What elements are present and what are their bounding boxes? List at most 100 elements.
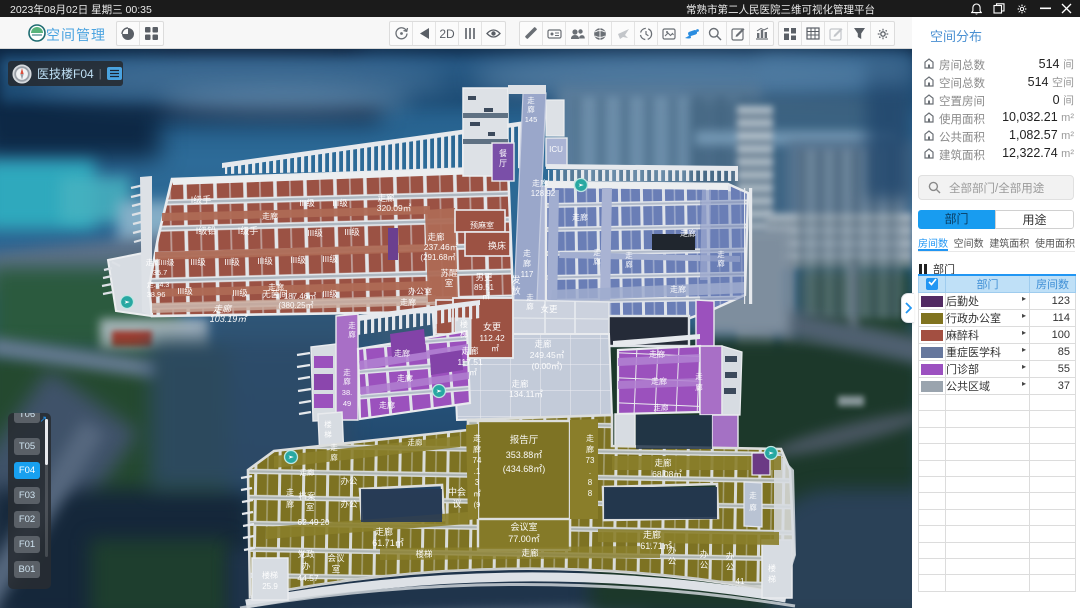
svg-text:㎡: ㎡ (469, 368, 477, 377)
svg-text:.1: .1 (474, 467, 481, 476)
svg-text:走: 走 (348, 321, 356, 330)
svg-text:8: 8 (588, 489, 593, 498)
svg-text:廊: 廊 (527, 104, 535, 114)
svg-text:走: 走 (695, 372, 703, 381)
svg-text:187.46㎡: 187.46㎡ (284, 292, 316, 301)
svg-text:廊: 廊 (330, 452, 338, 462)
svg-text:走廊: 走廊 (397, 373, 413, 383)
svg-text:会议: 会议 (327, 553, 345, 563)
svg-text:办公: 办公 (340, 499, 358, 509)
svg-text:38.: 38. (342, 388, 352, 397)
svg-text:145: 145 (525, 115, 538, 124)
svg-text:走廊: 走廊 (654, 458, 672, 468)
svg-text:楼梯: 楼梯 (415, 549, 433, 559)
svg-text:中会: 中会 (448, 486, 466, 497)
svg-text:走廊: 走廊 (394, 348, 410, 358)
svg-text:III级: III级 (290, 255, 306, 265)
svg-text:62.49: 62.49 (297, 517, 319, 527)
svg-text:廊: 廊 (526, 301, 534, 311)
svg-text:走: 走 (473, 434, 481, 443)
svg-text:III级: III级 (307, 228, 323, 238)
svg-text:女更: 女更 (483, 321, 501, 332)
svg-text:III级: III级 (344, 227, 360, 237)
svg-text:20: 20 (321, 518, 330, 527)
svg-text:89.51: 89.51 (474, 283, 495, 292)
svg-text:办公室: 办公室 (408, 286, 432, 296)
svg-text:走廊: 走廊 (572, 212, 588, 222)
svg-text:I级手: I级手 (238, 225, 259, 236)
svg-text:134.11㎡: 134.11㎡ (509, 389, 543, 399)
svg-text:会议室: 会议室 (510, 521, 537, 532)
svg-text:.: . (589, 467, 591, 476)
svg-text:走: 走 (526, 293, 534, 302)
svg-text:走廊: 走廊 (643, 529, 661, 540)
svg-text:III级: III级 (322, 289, 338, 299)
svg-text:44.57: 44.57 (297, 573, 319, 583)
svg-text:党政: 党政 (297, 549, 315, 559)
svg-text:办: 办 (302, 561, 311, 571)
svg-text:走廊: 走廊 (408, 437, 423, 447)
svg-text:餐: 餐 (499, 149, 507, 158)
svg-text:走廊: 走廊 (213, 304, 233, 314)
svg-text:㎡: ㎡ (482, 292, 490, 301)
svg-text:3: 3 (475, 478, 480, 487)
svg-text:廊: 廊 (625, 259, 633, 269)
svg-text:廊: 廊 (749, 502, 757, 512)
svg-text:(9: (9 (474, 500, 481, 509)
svg-text:走廊: 走廊 (651, 376, 667, 386)
svg-text:走...4.3: 走...4.3 (147, 281, 170, 289)
svg-text:走廊: 走廊 (377, 193, 395, 203)
svg-text:61.71㎡: 61.71㎡ (372, 538, 404, 548)
svg-text:发: 发 (511, 274, 520, 285)
svg-text:公: 公 (726, 562, 735, 572)
svg-text:25.9: 25.9 (262, 582, 278, 591)
svg-text:廊: 廊 (348, 329, 356, 339)
svg-text:楼梯: 楼梯 (262, 570, 278, 580)
svg-text:走廊: 走廊 (670, 284, 686, 294)
svg-text:梯: 梯 (460, 329, 468, 339)
svg-text:室: 室 (306, 502, 315, 512)
svg-text:办: 办 (700, 549, 709, 559)
svg-text:77.00㎡: 77.00㎡ (508, 534, 540, 544)
svg-text:厅: 厅 (499, 159, 507, 168)
svg-text:走: 走 (330, 443, 338, 452)
svg-text:廊: 廊 (695, 382, 703, 392)
svg-text:走廊: 走廊 (532, 178, 548, 188)
svg-text:103.19㎡: 103.19㎡ (210, 314, 249, 324)
svg-text:走廊: 走廊 (521, 548, 539, 558)
svg-text:走廊: 走廊 (379, 400, 395, 410)
svg-text:III级: III级 (232, 288, 248, 298)
svg-text:走廊: 走廊 (262, 211, 278, 221)
svg-text:梯: 梯 (768, 574, 776, 584)
svg-text:苏醒: 苏醒 (440, 268, 458, 278)
svg-text:室: 室 (332, 564, 341, 574)
svg-text:41: 41 (736, 577, 745, 586)
svg-text:走廊: 走廊 (680, 228, 696, 238)
svg-text:换床: 换床 (488, 240, 506, 251)
svg-text:廊: 廊 (586, 444, 594, 454)
svg-text:走廊: 走廊 (268, 282, 284, 292)
svg-text:III级: III级 (190, 257, 206, 267)
svg-text:公: 公 (668, 556, 677, 566)
svg-text:I级铅: I级铅 (196, 225, 217, 236)
svg-text:办: 办 (726, 551, 735, 561)
svg-text:廊: 廊 (473, 444, 481, 454)
svg-text:㎡: ㎡ (491, 344, 499, 353)
svg-text:(380.25㎡: (380.25㎡ (278, 301, 313, 310)
svg-text:68.08㎡: 68.08㎡ (652, 469, 682, 479)
svg-text:走: 走 (586, 434, 594, 443)
svg-text:走廊: 走廊 (300, 467, 315, 477)
svg-text:I级手: I级手 (191, 194, 212, 205)
svg-text:走: 走 (343, 368, 351, 377)
svg-text:走: 走 (717, 250, 725, 259)
svg-text:办: 办 (668, 545, 677, 555)
svg-text:廊: 廊 (343, 376, 351, 386)
svg-text:249.45㎡: 249.45㎡ (530, 350, 565, 360)
svg-text:III级: III级 (332, 198, 348, 208)
svg-text:320.09㎡: 320.09㎡ (377, 203, 412, 213)
svg-text:楼: 楼 (460, 319, 468, 329)
svg-text:楼: 楼 (768, 563, 776, 573)
svg-text:73: 73 (586, 456, 595, 465)
svg-text:走廊: 走廊 (654, 402, 669, 412)
svg-text:(434.68㎡): (434.68㎡) (503, 464, 546, 474)
